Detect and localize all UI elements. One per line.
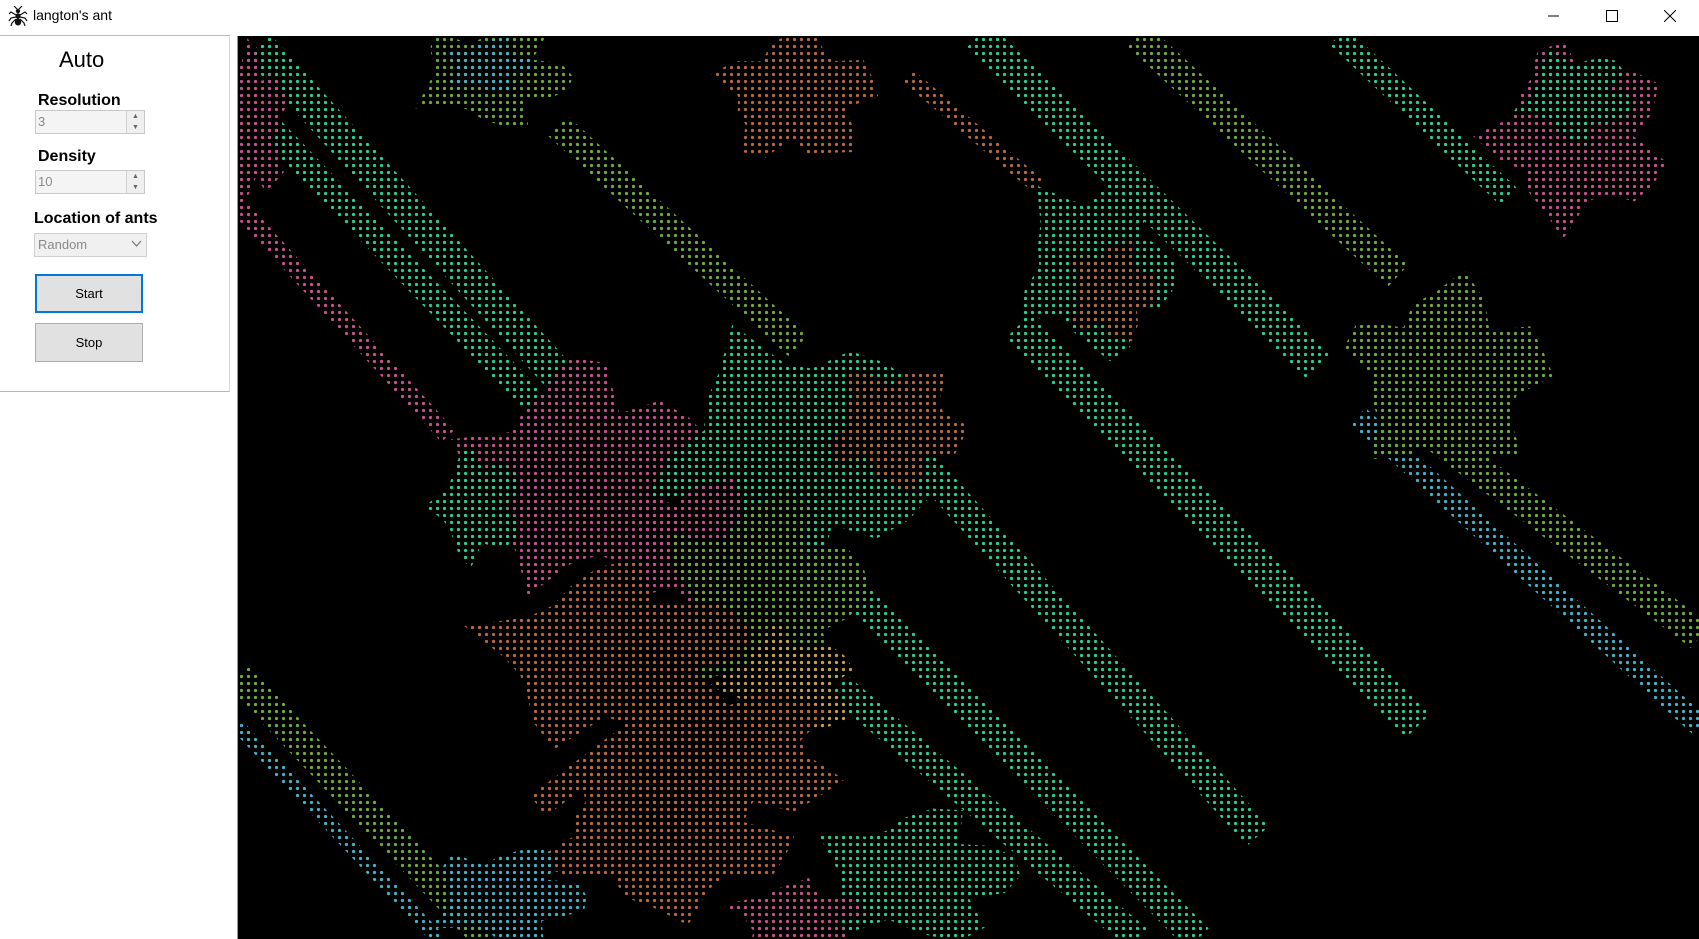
maximize-button[interactable]: [1583, 0, 1641, 32]
density-label: Density: [38, 148, 96, 165]
resolution-value[interactable]: 3: [38, 114, 45, 129]
spin-up-icon[interactable]: ▲: [127, 171, 144, 182]
spin-down-icon[interactable]: ▼: [127, 182, 144, 193]
ant-icon: [8, 6, 28, 26]
title-bar: langton's ant: [0, 0, 1699, 32]
location-value: Random: [38, 237, 88, 252]
maximize-icon: [1606, 10, 1618, 22]
start-button[interactable]: Start: [35, 274, 143, 313]
ant-trail: [1329, 36, 1517, 205]
resolution-spin-buttons[interactable]: ▲ ▼: [126, 111, 144, 133]
spin-up-icon[interactable]: ▲: [127, 111, 144, 122]
density-spin-buttons[interactable]: ▲ ▼: [126, 171, 144, 193]
ant-trail: [1005, 313, 1431, 739]
mode-label: Auto: [59, 47, 105, 72]
close-button[interactable]: [1641, 0, 1699, 32]
resolution-stepper[interactable]: 3 ▲ ▼: [35, 110, 145, 134]
ant-cluster: [711, 36, 879, 159]
minimize-button[interactable]: [1525, 0, 1583, 32]
density-value[interactable]: 10: [38, 174, 52, 189]
window-title: langton's ant: [33, 7, 112, 23]
simulation-canvas[interactable]: [237, 36, 1699, 939]
stop-button[interactable]: Stop: [35, 323, 143, 362]
location-select[interactable]: Random: [34, 233, 147, 257]
chevron-down-icon: [131, 240, 142, 247]
close-icon: [1664, 10, 1676, 22]
resolution-label: Resolution: [38, 92, 121, 109]
ant-trail: [1350, 407, 1699, 735]
density-stepper[interactable]: 10 ▲ ▼: [35, 170, 145, 194]
ant-trail: [238, 721, 444, 939]
simulation-grid[interactable]: [238, 36, 1699, 939]
minimize-icon: [1548, 15, 1559, 17]
spin-down-icon[interactable]: ▼: [127, 122, 144, 133]
location-label: Location of ants: [34, 210, 158, 227]
